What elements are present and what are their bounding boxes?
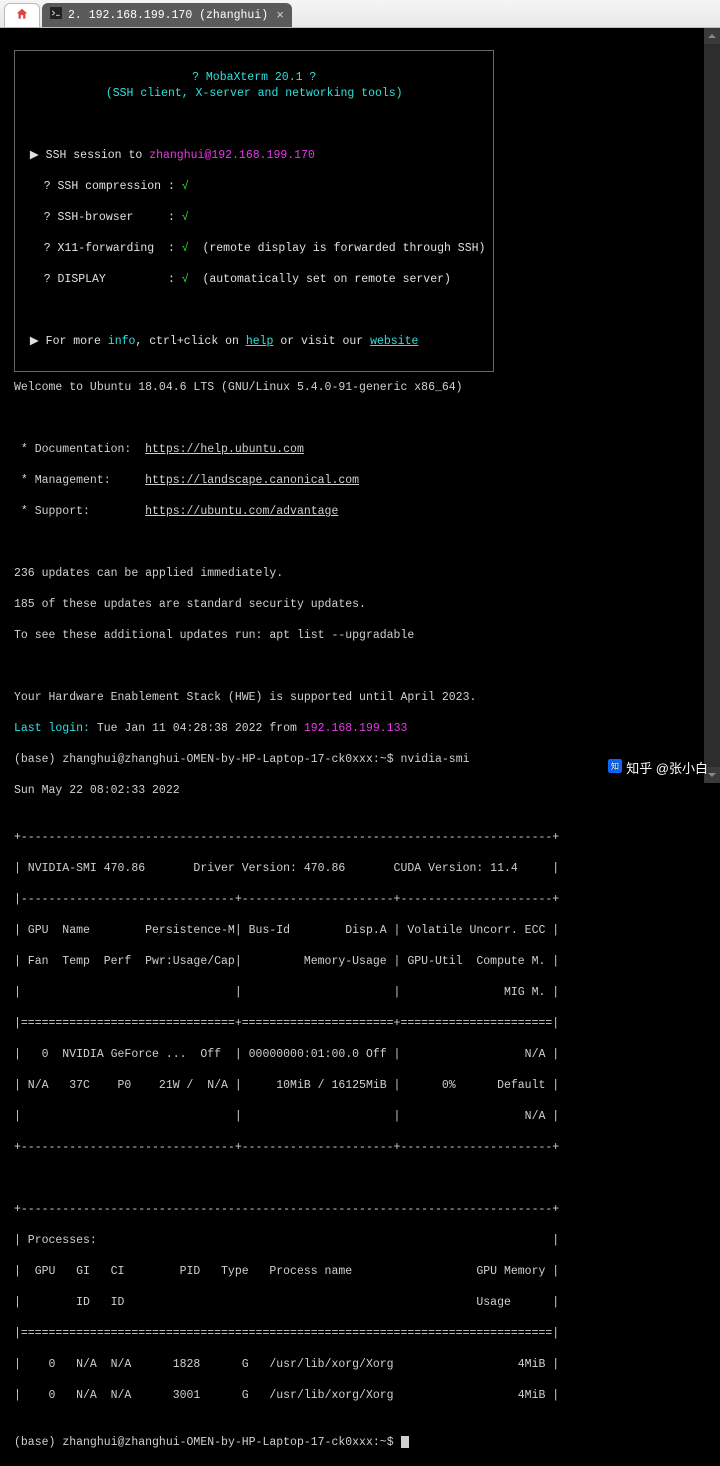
display-note: (automatically set on remote server) — [202, 273, 450, 286]
home-tab[interactable] — [4, 3, 40, 27]
session-label: SSH session to — [46, 149, 150, 162]
banner-subtitle: (SSH client, X-server and networking too… — [106, 87, 403, 100]
scrollbar[interactable] — [704, 28, 720, 783]
scroll-up-button[interactable] — [704, 28, 720, 44]
zhihu-icon: 知 — [608, 759, 622, 776]
mobaxterm-banner: ? MobaXterm 20.1 ? (SSH client, X-server… — [14, 50, 494, 372]
chevron-down-icon — [708, 771, 716, 779]
updates-line-3: To see these additional updates run: apt… — [14, 628, 710, 644]
check-icon: √ — [182, 273, 189, 286]
smi-date: Sun May 22 08:02:33 2022 — [14, 783, 710, 799]
mgmt-label: * Management: — [14, 474, 145, 487]
x11-label: ? X11-forwarding : — [44, 242, 175, 255]
info-link[interactable]: info — [108, 335, 136, 348]
tab-ssh-session[interactable]: 2. 192.168.199.170 (zhanghui) × — [42, 3, 292, 27]
updates-line-1: 236 updates can be applied immediately. — [14, 566, 710, 582]
ssh-browser-label: ? SSH-browser : — [44, 211, 175, 224]
support-label: * Support: — [14, 505, 145, 518]
x11-note: (remote display is forwarded through SSH… — [202, 242, 485, 255]
welcome-line: Welcome to Ubuntu 18.04.6 LTS (GNU/Linux… — [14, 380, 710, 396]
website-link[interactable]: website — [370, 335, 418, 348]
home-icon — [15, 7, 29, 25]
terminal-output[interactable]: ? MobaXterm 20.1 ? (SSH client, X-server… — [0, 28, 720, 783]
check-icon: √ — [182, 211, 189, 224]
help-link[interactable]: help — [246, 335, 274, 348]
prompt-line-2[interactable]: (base) zhanghui@zhanghui-OMEN-by-HP-Lapt… — [14, 1435, 710, 1451]
chevron-up-icon — [708, 32, 716, 40]
last-login-label: Last login: — [14, 722, 90, 735]
smi-table: +---------------------------------------… — [14, 814, 710, 1419]
close-icon[interactable]: × — [276, 8, 284, 23]
banner-title: ? MobaXterm 20.1 ? — [192, 71, 316, 84]
check-icon: √ — [182, 242, 189, 255]
svg-text:知: 知 — [611, 761, 619, 771]
hwe-line: Your Hardware Enablement Stack (HWE) is … — [14, 690, 710, 706]
terminal-icon — [50, 7, 62, 23]
cursor-icon — [401, 1436, 409, 1448]
check-icon: √ — [182, 180, 189, 193]
updates-line-2: 185 of these updates are standard securi… — [14, 597, 710, 613]
session-user: zhanghui — [149, 149, 204, 162]
command-nvidia-smi: nvidia-smi — [401, 753, 470, 766]
doc-label: * Documentation: — [14, 443, 145, 456]
mgmt-link[interactable]: https://landscape.canonical.com — [145, 474, 359, 487]
doc-link[interactable]: https://help.ubuntu.com — [145, 443, 304, 456]
prompt-line-1: (base) zhanghui@zhanghui-OMEN-by-HP-Lapt… — [14, 752, 710, 768]
last-login-ip: 192.168.199.133 — [304, 722, 408, 735]
session-host: 192.168.199.170 — [211, 149, 315, 162]
tab-title: 2. 192.168.199.170 (zhanghui) — [68, 9, 268, 22]
tab-bar: 2. 192.168.199.170 (zhanghui) × — [0, 0, 720, 28]
display-label: ? DISPLAY : — [44, 273, 175, 286]
watermark: 知 知乎 @张小白 — [608, 758, 708, 777]
support-link[interactable]: https://ubuntu.com/advantage — [145, 505, 338, 518]
ssh-compression-label: ? SSH compression : — [44, 180, 175, 193]
watermark-text: 知乎 @张小白 — [626, 758, 708, 777]
